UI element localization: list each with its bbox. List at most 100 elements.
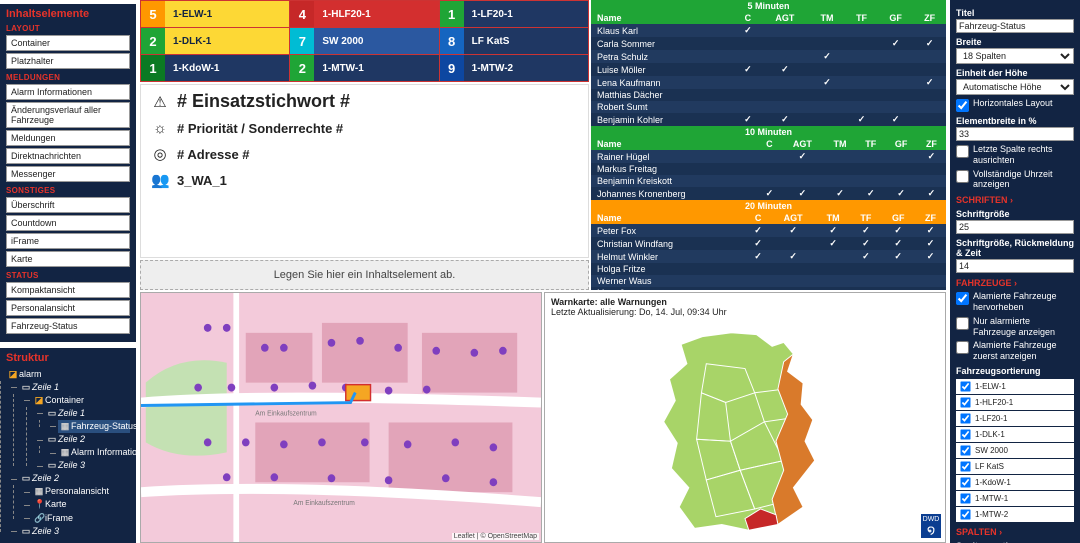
check-icon (858, 114, 866, 124)
responder-row[interactable]: Christian Windfang (591, 237, 946, 250)
check-icon (927, 225, 935, 235)
node-inner-z1[interactable]: Zeile 1 (58, 408, 85, 418)
responder-row[interactable]: Robert Sumt (591, 101, 946, 113)
node-alarm[interactable]: alarm (19, 369, 42, 379)
responder-row[interactable]: Klaus Karl (591, 24, 946, 37)
vehicle-status-number: 2 (141, 28, 165, 54)
btn-container[interactable]: Container (6, 35, 130, 51)
vehicle-sort-item[interactable]: 1-KdoW-1 (956, 475, 1074, 490)
germany-map[interactable]: Warnkarte: alle Warnungen Letzte Aktuali… (544, 292, 946, 543)
vehicle-cell[interactable]: 41-HLF20-1 (290, 1, 438, 27)
node-zeile3[interactable]: Zeile 3 (32, 526, 59, 536)
group-spalten[interactable]: SPALTEN › (956, 527, 1074, 537)
node-inner-z3[interactable]: Zeile 3 (58, 460, 85, 470)
btn-personal[interactable]: Personalansicht (6, 300, 130, 316)
vehicle-status-number: 1 (440, 1, 464, 27)
btn-countdown[interactable]: Countdown (6, 215, 130, 231)
vehicle-sort-item[interactable]: SW 2000 (956, 443, 1074, 458)
vehicle-sort-item[interactable]: 1-MTW-1 (956, 491, 1074, 506)
street-map[interactable]: Am Einkaufszentrum Am Einkaufszentrum Le… (140, 292, 542, 543)
vehicle-sort-item[interactable]: 1-DLK-1 (956, 427, 1074, 442)
vehicle-sort-item[interactable]: LF KatS (956, 459, 1074, 474)
node-container[interactable]: Container (45, 395, 84, 405)
btn-kompakt[interactable]: Kompaktansicht (6, 282, 130, 298)
btn-meldungen[interactable]: Meldungen (6, 130, 130, 146)
responder-row[interactable]: Peter Fox (591, 224, 946, 237)
check-icon (897, 188, 905, 198)
vehicle-cell[interactable]: 8LF KatS (440, 28, 588, 54)
select-einheit[interactable]: Automatische Höhe (956, 79, 1074, 95)
responders-panel: 5 MinutenNameCAGTTMTFGFZFKlaus KarlCarla… (591, 0, 946, 290)
dwd-logo: DWD໑ (921, 514, 941, 538)
btn-iframe[interactable]: iFrame (6, 233, 130, 249)
svg-text:Am Einkaufszentrum: Am Einkaufszentrum (293, 500, 355, 507)
responder-row[interactable]: Matthias Dächer (591, 89, 946, 101)
responder-row[interactable]: Carla Sommer (591, 37, 946, 50)
node-zeile1[interactable]: Zeile 1 (32, 382, 59, 392)
responder-row[interactable]: Werner Waus (591, 275, 946, 287)
responder-row[interactable]: Petra Schulz (591, 50, 946, 63)
responder-row[interactable]: Johannes Kronenberg (591, 187, 946, 200)
vehicle-cell[interactable]: 21-DLK-1 (141, 28, 289, 54)
center-top: 51-ELW-141-HLF20-111-LF20-1 21-DLK-17SW 2… (140, 0, 946, 290)
vehicle-sort-item[interactable]: 1-LF20-1 (956, 411, 1074, 426)
node-inner-z2[interactable]: Zeile 2 (58, 434, 85, 444)
chk-horiz[interactable] (956, 99, 969, 112)
maps-row: Am Einkaufszentrum Am Einkaufszentrum Le… (140, 292, 946, 543)
node-personalansicht[interactable]: Personalansicht (45, 486, 109, 496)
vehicle-cell[interactable]: 11-LF20-1 (440, 1, 588, 27)
btn-alarm-info[interactable]: Alarm Informationen (6, 84, 130, 100)
responder-row[interactable]: Markus Freitag (591, 163, 946, 175)
node-iframe[interactable]: iFrame (45, 513, 73, 523)
vehicle-cell[interactable]: 7SW 2000 (290, 28, 438, 54)
node-karte[interactable]: Karte (45, 499, 67, 509)
chk-lastcol[interactable] (956, 145, 969, 158)
responder-row[interactable]: Holga Fritze (591, 263, 946, 275)
responder-row[interactable]: Rainer Hügel (591, 150, 946, 163)
input-titel[interactable] (956, 19, 1074, 33)
responder-row[interactable]: Benjamin Kreiskott (591, 175, 946, 187)
link-icon: 🔗 (34, 512, 44, 525)
responder-row[interactable]: Mars Jausen (591, 287, 946, 290)
chk-only-alarm[interactable] (956, 317, 969, 330)
row-icon: ▭ (21, 381, 31, 394)
node-fahrzeug-status[interactable]: Fahrzeug-Status (71, 421, 138, 431)
vehicle-sort-item[interactable]: 1-MTW-2 (956, 507, 1074, 522)
panel-title-struktur: Struktur (6, 352, 130, 364)
vehicle-cell[interactable]: 91-MTW-2 (440, 55, 588, 81)
struktur-tree[interactable]: ◪alarm ▭Zeile 1 ◪Container ▭Zeile 1 ▦Fah… (6, 368, 130, 538)
subgroup-meldungen: MELDUNGEN (6, 73, 130, 82)
group-fahrzeuge[interactable]: FAHRZEUGE › (956, 278, 1074, 288)
btn-direktnachrichten[interactable]: Direktnachrichten (6, 148, 130, 164)
btn-ueberschrift[interactable]: Überschrift (6, 197, 130, 213)
chk-fulltime[interactable] (956, 170, 969, 183)
vehicle-sort-item[interactable]: 1-ELW-1 (956, 379, 1074, 394)
input-schriftgr-rm[interactable] (956, 259, 1074, 273)
responder-row[interactable]: Benjamin Kohler (591, 113, 946, 126)
grid-icon: ▦ (34, 485, 44, 498)
vehicle-cell[interactable]: 21-MTW-1 (290, 55, 438, 81)
node-zeile2[interactable]: Zeile 2 (32, 473, 59, 483)
vehicle-cell[interactable]: 11-KdoW-1 (141, 55, 289, 81)
check-icon (867, 188, 875, 198)
group-schriften[interactable]: SCHRIFTEN › (956, 195, 1074, 205)
vehicle-sort-list[interactable]: 1-ELW-11-HLF20-11-LF20-11-DLK-1SW 2000LF… (956, 379, 1074, 522)
container-icon: ◪ (34, 394, 44, 407)
select-breite[interactable]: 18 Spalten (956, 48, 1074, 64)
responder-row[interactable]: Lena Kaufmann (591, 76, 946, 89)
vehicle-sort-item[interactable]: 1-HLF20-1 (956, 395, 1074, 410)
btn-fahrzeug-status[interactable]: Fahrzeug-Status (6, 318, 130, 334)
subgroup-layout: LAYOUT (6, 24, 130, 33)
btn-aenderungsverlauf[interactable]: Änderungsverlauf aller Fahrzeuge (6, 102, 130, 128)
btn-karte[interactable]: Karte (6, 251, 130, 267)
input-schriftgr[interactable] (956, 220, 1074, 234)
vehicle-cell[interactable]: 51-ELW-1 (141, 1, 289, 27)
btn-platzhalter[interactable]: Platzhalter (6, 53, 130, 69)
input-elembreite[interactable] (956, 127, 1074, 141)
responder-row[interactable]: Helmut Winkler (591, 250, 946, 263)
chk-alarm-first[interactable] (956, 341, 969, 354)
btn-messenger[interactable]: Messenger (6, 166, 130, 182)
responder-row[interactable]: Luise Möller (591, 63, 946, 76)
dropzone[interactable]: Legen Sie hier ein Inhaltselement ab. (140, 260, 589, 290)
chk-alarm-hi[interactable] (956, 292, 969, 305)
